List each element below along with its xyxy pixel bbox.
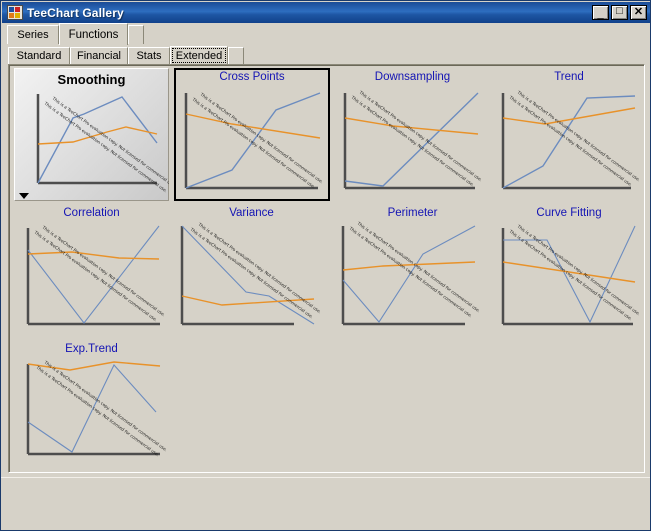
svg-text:This is a TeeChart Pro evaluat: This is a TeeChart Pro evaluation copy. … [191, 96, 317, 189]
gallery-item-correlation-title: Correlation [63, 207, 120, 219]
tab-series[interactable]: Series [7, 25, 59, 44]
gallery-item-correlation[interactable]: Correlation This is a TeeChart Pro evalu… [14, 204, 169, 337]
tab-extended-label: Extended [175, 50, 223, 62]
gallery-item-smoothing[interactable]: Smoothing This is a TeeChart Pro evaluat… [14, 68, 169, 201]
gallery-item-trend[interactable]: Trend This is a TeeChart Pro evaluation … [495, 68, 643, 201]
svg-text:This is a TeeChart Pro evaluat: This is a TeeChart Pro evaluation copy. … [197, 221, 323, 314]
thumbnail-chart-smoothing: This is a TeeChart Pro evaluation copy. … [36, 94, 169, 193]
close-button[interactable]: ✕ [630, 5, 647, 20]
app-icon [7, 5, 23, 20]
thumbnail-chart-perimeter: This is a TeeChart Pro evaluation copy. … [341, 220, 481, 326]
svg-text:This is a TeeChart Pro evaluat: This is a TeeChart Pro evaluation copy. … [516, 89, 642, 182]
gallery-item-cross-points[interactable]: Cross Points This is a TeeChart Pro eval… [174, 68, 330, 201]
svg-text:This is a TeeChart Pro evaluat: This is a TeeChart Pro evaluation copy. … [199, 91, 325, 184]
svg-text:This is a TeeChart Pro evaluat: This is a TeeChart Pro evaluation copy. … [516, 223, 642, 316]
svg-text:This is a TeeChart Pro evaluat: This is a TeeChart Pro evaluation copy. … [348, 225, 474, 318]
teechart-gallery-window: TeeChart Gallery _ □ ✕ Series Functions … [0, 0, 651, 531]
gallery-item-curve-fitting[interactable]: Curve Fitting This is a TeeChart Pro eva… [495, 204, 643, 337]
gallery-item-exp-trend-title: Exp.Trend [65, 343, 118, 355]
gallery-item-trend-title: Trend [554, 71, 584, 83]
svg-text:This is a TeeChart Pro evaluat: This is a TeeChart Pro evaluation copy. … [41, 224, 167, 317]
svg-text:This is a TeeChart Pro evaluat: This is a TeeChart Pro evaluation copy. … [35, 364, 161, 457]
close-icon: ✕ [633, 6, 644, 18]
thumbnail-chart-trend: This is a TeeChart Pro evaluation copy. … [501, 89, 642, 190]
gallery-item-exp-trend[interactable]: Exp.Trend This is a TeeChart Pro evaluat… [14, 340, 169, 468]
gallery-item-curve-fitting-title: Curve Fitting [536, 207, 602, 219]
title-bar: TeeChart Gallery _ □ ✕ [2, 2, 650, 23]
svg-text:This is a TeeChart Pro evaluat: This is a TeeChart Pro evaluation copy. … [43, 100, 169, 193]
thumbnail-chart-curve-fitting: This is a TeeChart Pro evaluation copy. … [501, 223, 642, 326]
thumbnail-chart-cross-points: This is a TeeChart Pro evaluation copy. … [184, 91, 325, 189]
gallery-item-smoothing-title: Smoothing [57, 72, 126, 87]
tab-stats-label: Stats [136, 50, 162, 62]
scroll-down-arrow-icon[interactable] [19, 193, 29, 199]
minimize-icon: _ [597, 8, 604, 20]
outer-tab-bar: Series Functions [2, 23, 650, 45]
gallery-item-perimeter-title: Perimeter [387, 207, 438, 219]
maximize-icon: □ [616, 5, 623, 17]
gallery-item-perimeter[interactable]: Perimeter This is a TeeChart Pro evaluat… [335, 204, 490, 337]
svg-text:This is a TeeChart Pro evaluat: This is a TeeChart Pro evaluation copy. … [358, 89, 484, 182]
svg-text:This is a TeeChart Pro evaluat: This is a TeeChart Pro evaluation copy. … [508, 94, 634, 187]
tab-financial[interactable]: Financial [70, 47, 128, 64]
svg-text:This is a TeeChart Pro evaluat: This is a TeeChart Pro evaluation copy. … [508, 228, 634, 321]
tab-standard[interactable]: Standard [8, 47, 70, 64]
window-title: TeeChart Gallery [27, 5, 124, 20]
svg-text:This is a TeeChart Pro evaluat: This is a TeeChart Pro evaluation copy. … [43, 359, 169, 452]
tab-overflow-edge [128, 25, 144, 44]
thumbnail-chart-correlation: This is a TeeChart Pro evaluation copy. … [26, 224, 167, 326]
gallery-panel: Smoothing This is a TeeChart Pro evaluat… [8, 64, 645, 473]
thumbnail-chart-variance: This is a TeeChart Pro evaluation copy. … [180, 221, 323, 326]
thumbnail-chart-exp-trend: This is a TeeChart Pro evaluation copy. … [26, 359, 169, 457]
gallery-item-downsampling[interactable]: Downsampling This is a TeeChart Pro eval… [335, 68, 490, 201]
tab-standard-label: Standard [16, 50, 62, 62]
tab-financial-label: Financial [76, 50, 122, 62]
tab-stats[interactable]: Stats [128, 47, 170, 64]
thumbnail-chart-downsampling: This is a TeeChart Pro evaluation copy. … [343, 89, 484, 190]
maximize-button[interactable]: □ [611, 5, 628, 20]
gallery-item-variance[interactable]: Variance This is a TeeChart Pro evaluati… [174, 204, 329, 337]
tab-extended[interactable]: Extended [170, 46, 228, 65]
inner-tab-bar: Standard Financial Stats Extended [8, 46, 648, 65]
inner-tab-overflow-edge [228, 47, 244, 64]
minimize-button[interactable]: _ [592, 5, 609, 20]
svg-text:This is a TeeChart Pro evaluat: This is a TeeChart Pro evaluation copy. … [189, 226, 315, 319]
svg-text:This is a TeeChart Pro evaluat: This is a TeeChart Pro evaluation copy. … [350, 94, 476, 187]
tab-functions-label: Functions [68, 28, 119, 41]
tab-functions[interactable]: Functions [59, 23, 128, 45]
gallery-item-cross-points-title: Cross Points [219, 71, 285, 83]
gallery-item-variance-title: Variance [229, 207, 274, 219]
gallery-item-downsampling-title: Downsampling [374, 71, 451, 83]
footer-bar: View 3D Smooth Gallery Palette: Opera OK… [1, 477, 650, 530]
window-controls: _ □ ✕ [592, 5, 649, 20]
tab-series-label: Series [17, 29, 49, 41]
